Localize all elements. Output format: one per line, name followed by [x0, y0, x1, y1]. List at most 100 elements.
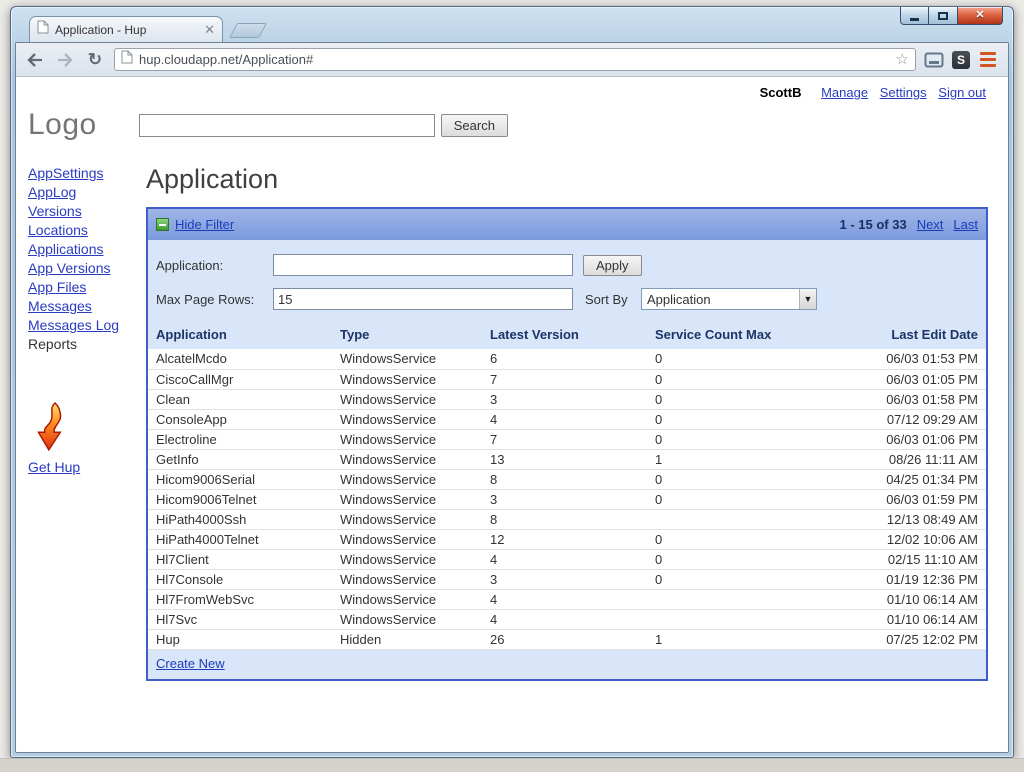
table-cell: 4	[482, 589, 647, 609]
table-cell: 06/03 01:59 PM	[847, 489, 986, 509]
table-row: ConsoleAppWindowsService4007/12 09:29 AM	[148, 409, 986, 429]
forward-button[interactable]	[54, 48, 76, 72]
sign-out-link[interactable]: Sign out	[938, 85, 986, 100]
table-cell: 7	[482, 369, 647, 389]
table-cell: 8	[482, 509, 647, 529]
search-button[interactable]: Search	[441, 114, 508, 137]
hide-filter-link[interactable]: Hide Filter	[175, 217, 234, 232]
applications-table-body: AlcatelMcdoWindowsService6006/03 01:53 P…	[148, 349, 986, 649]
table-cell: 0	[647, 489, 847, 509]
table-cell: AlcatelMcdo	[148, 349, 332, 369]
manage-link[interactable]: Manage	[821, 85, 868, 100]
column-header-application: Application	[148, 324, 332, 349]
url-text[interactable]: hup.cloudapp.net/Application#	[139, 52, 313, 67]
table-cell: 6	[482, 349, 647, 369]
browser-tab[interactable]: Application - Hup ✕	[29, 16, 223, 42]
table-row: CleanWindowsService3006/03 01:58 PM	[148, 389, 986, 409]
max-page-rows-input[interactable]	[273, 288, 573, 310]
table-row: HiPath4000SshWindowsService812/13 08:49 …	[148, 509, 986, 529]
presentation-frame-icon[interactable]	[924, 52, 944, 68]
table-row: Hl7FromWebSvcWindowsService401/10 06:14 …	[148, 589, 986, 609]
table-row: GetInfoWindowsService13108/26 11:11 AM	[148, 449, 986, 469]
s-extension-icon[interactable]: S	[952, 51, 970, 69]
page-title: Application	[146, 164, 988, 195]
table-cell: WindowsService	[332, 389, 482, 409]
sidebar-link-applications[interactable]: Applications	[28, 240, 146, 259]
table-cell: Hl7FromWebSvc	[148, 589, 332, 609]
application-filter-row: Application: Apply	[148, 248, 986, 282]
sidebar-link-messages-log[interactable]: Messages Log	[28, 316, 146, 335]
browser-menu-icon[interactable]	[978, 52, 1000, 67]
pagination-next-link[interactable]: Next	[917, 217, 944, 232]
sort-by-label: Sort By	[585, 292, 641, 307]
table-cell: 0	[647, 369, 847, 389]
create-new-link[interactable]: Create New	[156, 656, 225, 671]
page-icon	[121, 50, 133, 69]
table-cell: 7	[482, 429, 647, 449]
max-rows-filter-row: Max Page Rows: Sort By Application ▼	[148, 282, 986, 316]
sidebar-link-applog[interactable]: AppLog	[28, 183, 146, 202]
table-cell: CiscoCallMgr	[148, 369, 332, 389]
sort-by-select[interactable]: Application ▼	[641, 288, 817, 310]
table-cell: ConsoleApp	[148, 409, 332, 429]
sidebar-link-locations[interactable]: Locations	[28, 221, 146, 240]
sidebar: AppSettingsAppLogVersionsLocationsApplic…	[16, 164, 146, 681]
close-button[interactable]: ✕	[958, 7, 1003, 25]
table-cell: 04/25 01:34 PM	[847, 469, 986, 489]
applications-table: Application Type Latest Version Service …	[148, 324, 986, 650]
pagination-last-link[interactable]: Last	[953, 217, 978, 232]
table-row: AlcatelMcdoWindowsService6006/03 01:53 P…	[148, 349, 986, 369]
table-cell: 26	[482, 629, 647, 649]
table-cell: 4	[482, 549, 647, 569]
tab-close-icon[interactable]: ✕	[204, 23, 215, 36]
collapse-filter-icon[interactable]	[156, 218, 169, 231]
table-cell: 1	[647, 449, 847, 469]
application-filter-input[interactable]	[273, 254, 573, 276]
table-cell: HiPath4000Ssh	[148, 509, 332, 529]
bookmark-star-icon[interactable]: ☆	[896, 52, 909, 67]
back-button[interactable]	[24, 48, 46, 72]
new-tab-button[interactable]	[229, 23, 267, 38]
column-header-service-count-max: Service Count Max	[647, 324, 847, 349]
tab-favicon-icon	[37, 20, 49, 39]
table-cell: 12/02 10:06 AM	[847, 529, 986, 549]
pagination: 1 - 15 of 33 Next Last	[839, 217, 978, 232]
browser-window: ✕ Application - Hup ✕ ↻ hup.clou	[10, 6, 1014, 758]
table-cell: 0	[647, 349, 847, 369]
table-cell: 02/15 11:10 AM	[847, 549, 986, 569]
table-row: ElectrolineWindowsService7006/03 01:06 P…	[148, 429, 986, 449]
maximize-button[interactable]	[929, 7, 958, 25]
window-controls: ✕	[900, 7, 1003, 25]
sidebar-link-versions[interactable]: Versions	[28, 202, 146, 221]
table-cell: 13	[482, 449, 647, 469]
max-page-rows-label: Max Page Rows:	[156, 292, 273, 307]
settings-link[interactable]: Settings	[880, 85, 927, 100]
table-cell: 0	[647, 569, 847, 589]
window-titlebar: ✕	[15, 7, 1009, 15]
sort-by-selected-value: Application	[647, 292, 711, 307]
sidebar-link-app-versions[interactable]: App Versions	[28, 259, 146, 278]
address-bar[interactable]: hup.cloudapp.net/Application# ☆	[114, 48, 916, 71]
table-cell: 12/13 08:49 AM	[847, 509, 986, 529]
apply-button[interactable]: Apply	[583, 255, 642, 276]
table-cell: HiPath4000Telnet	[148, 529, 332, 549]
table-cell: Hl7Svc	[148, 609, 332, 629]
table-cell: WindowsService	[332, 469, 482, 489]
table-cell: WindowsService	[332, 369, 482, 389]
sidebar-link-app-files[interactable]: App Files	[28, 278, 146, 297]
sidebar-link-appsettings[interactable]: AppSettings	[28, 164, 146, 183]
tab-title: Application - Hup	[55, 23, 198, 37]
main-content: Application Hide Filter 1 - 15 of 33 Nex…	[146, 164, 1008, 681]
search-input[interactable]	[139, 114, 435, 137]
flame-icon	[34, 402, 146, 455]
table-cell: 0	[647, 409, 847, 429]
reload-button[interactable]: ↻	[84, 48, 106, 72]
table-row: Hl7ConsoleWindowsService3001/19 12:36 PM	[148, 569, 986, 589]
table-cell: 4	[482, 609, 647, 629]
sidebar-link-messages[interactable]: Messages	[28, 297, 146, 316]
table-cell: 0	[647, 389, 847, 409]
table-cell: WindowsService	[332, 429, 482, 449]
minimize-button[interactable]	[900, 7, 929, 25]
table-cell: WindowsService	[332, 449, 482, 469]
get-hup-link[interactable]: Get Hup	[28, 459, 80, 475]
